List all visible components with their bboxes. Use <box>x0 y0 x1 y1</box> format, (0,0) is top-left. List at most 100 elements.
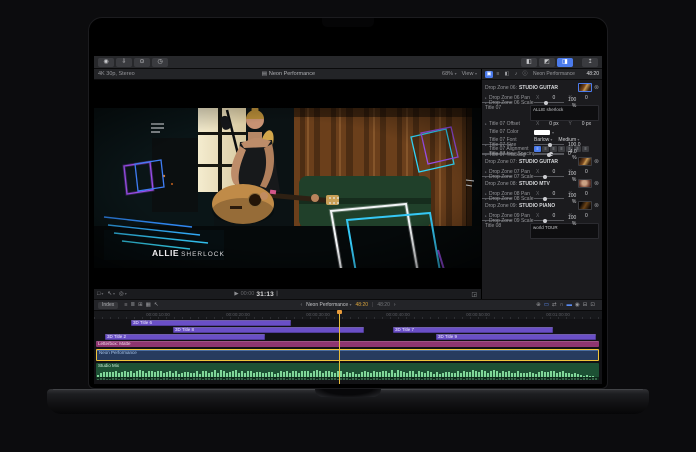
y-value-field[interactable]: 0 <box>574 169 599 175</box>
video-inspector-tab[interactable]: ▣ <box>485 71 493 78</box>
view-dropdown[interactable]: View ▾ <box>462 71 477 77</box>
inspector-toggle-icon[interactable]: ◨ <box>557 58 573 67</box>
arrow-tool-icon[interactable]: ↖ <box>154 302 159 308</box>
timeline-clip-title[interactable]: 3D Title 2 <box>105 334 265 340</box>
timeline-clip-letterbox[interactable]: Letterbox: Matte <box>96 341 599 347</box>
y-value-field[interactable]: 0 px <box>574 121 599 127</box>
audio-inspector-tab[interactable]: ♪ <box>512 71 520 78</box>
play-icon[interactable]: ▶ <box>234 291 238 297</box>
slider-knob[interactable] <box>543 219 547 223</box>
y-value-field[interactable]: 0 <box>574 95 599 101</box>
dropzone-thumbnail[interactable] <box>578 201 592 210</box>
reset-icon[interactable]: ⊗ <box>594 84 599 91</box>
timeline-clip-title[interactable]: 3D Title 7 <box>393 327 553 333</box>
reset-icon[interactable]: ⊗ <box>594 202 599 209</box>
align-icon-1[interactable]: ≡ <box>534 146 541 152</box>
timeline-ruler[interactable]: 00:00:10:0000:00:20:0000:00:30:0000:00:4… <box>94 310 602 319</box>
clip-label: 3D Title 2 <box>107 334 126 339</box>
dropzone-thumbnail[interactable] <box>578 83 592 92</box>
clip-appearance-tool-icon[interactable]: □▾ <box>97 291 103 297</box>
ruler-timestamp: 00:01:00:00 <box>540 312 576 317</box>
param-value[interactable]: 100.0 <box>568 142 581 148</box>
slider-knob[interactable] <box>547 153 551 157</box>
insert-edit-icon[interactable]: ▭ <box>544 302 549 308</box>
param-value[interactable]: 100 % <box>568 97 576 109</box>
param-slider[interactable] <box>534 176 564 177</box>
effects-browser-icon[interactable]: ⊟ <box>583 302 588 308</box>
clip-appearance-icon[interactable]: ⊞ <box>138 302 143 308</box>
align-icon-2[interactable]: ≡ <box>542 146 549 152</box>
param-value[interactable]: 100 % <box>568 193 576 205</box>
zoom-level-dropdown[interactable]: 68% ▾ <box>442 71 457 77</box>
param-slider[interactable] <box>534 198 564 199</box>
x-axis-label: X <box>536 191 539 197</box>
background-tasks-icon[interactable]: ◷ <box>152 58 168 67</box>
clip-label: Letterbox: Matte <box>98 341 131 346</box>
dropzone-thumbnail[interactable] <box>578 157 592 166</box>
inspector-row-text: Title 08world TOUR <box>482 221 602 238</box>
keyword-editor-icon[interactable]: ⊙ <box>134 58 150 67</box>
dropzone-thumbnail[interactable] <box>578 179 592 188</box>
title-text-field[interactable]: world TOUR <box>530 223 599 239</box>
playhead-handle[interactable] <box>337 310 342 314</box>
slider-knob[interactable] <box>543 197 547 201</box>
overwrite-edit-icon[interactable]: ∩ <box>560 302 564 308</box>
align-icon-7[interactable]: ≡ <box>582 146 589 152</box>
align-icon-4[interactable]: ≡ <box>558 146 565 152</box>
param-slider[interactable] <box>534 102 564 103</box>
clip-height-icon-2[interactable]: ≣ <box>130 302 135 308</box>
text-inspector-tab[interactable]: ≡ <box>494 71 502 78</box>
viewer-expand-icon[interactable]: ◲ <box>471 291 477 298</box>
timeline-toggle-icon[interactable]: ◩ <box>539 58 555 67</box>
slider-knob[interactable] <box>544 101 548 105</box>
next-project-icon[interactable]: › <box>394 302 396 308</box>
param-value[interactable]: 100 % <box>568 171 576 183</box>
param-value[interactable]: -4.0 % <box>568 149 577 161</box>
clip-height-icon-1[interactable]: ≡ <box>124 302 127 308</box>
param-label: Title 07 Size <box>489 142 534 148</box>
connect-edit-icon[interactable]: ⊕ <box>536 302 541 308</box>
param-label: Title 07 Color <box>489 129 534 135</box>
slider-knob[interactable] <box>548 143 552 147</box>
slider-knob[interactable] <box>543 175 547 179</box>
timeline-clip-video[interactable]: Neon Performance <box>96 349 599 361</box>
import-icon[interactable]: ⇩ <box>116 58 132 67</box>
append-edit-icon[interactable]: ⇄ <box>552 302 557 308</box>
color-swatch[interactable] <box>534 130 550 135</box>
select-tool-icon[interactable]: ↖▾ <box>107 291 115 297</box>
y-value-field[interactable]: 0 <box>574 213 599 219</box>
fullscreen-icon[interactable]: ⊡ <box>590 302 595 308</box>
project-duration-total: 48:20 <box>377 302 390 308</box>
artist-first-name: ALLIE <box>152 248 179 258</box>
audio-meters-icon[interactable]: ∥ <box>276 291 279 297</box>
timeline-clip-title[interactable]: 3D Title 6 <box>131 320 291 326</box>
macbook-screen: ◉⇩⊙◷ ◧◩◨↥ 4K 30p, Stereo ▤ Neon Performa… <box>88 17 608 389</box>
timeline-clip-audio[interactable]: Studio Mix <box>96 363 599 380</box>
reset-icon[interactable]: ⊗ <box>594 158 599 165</box>
playhead[interactable] <box>339 310 340 384</box>
timeline-clip-title[interactable]: 3D Title 8 <box>173 327 364 333</box>
skimming-tool-icon[interactable]: ◎▾ <box>119 291 127 297</box>
index-button[interactable]: Index <box>98 302 118 309</box>
param-value[interactable]: 100 % <box>568 215 576 227</box>
param-slider[interactable] <box>534 220 564 221</box>
filmstrip-icon[interactable]: ▦ <box>146 302 151 308</box>
share-icon[interactable]: ↥ <box>582 58 598 67</box>
info-inspector-tab[interactable]: ⓘ <box>521 71 529 78</box>
y-value-field[interactable]: 0 <box>574 191 599 197</box>
generator-inspector-tab[interactable]: ◧ <box>503 71 511 78</box>
param-slider[interactable] <box>534 154 564 155</box>
browser-toggle-icon[interactable]: ◧ <box>521 58 537 67</box>
title-text-field[interactable]: ALLIE sherlock <box>530 105 599 121</box>
record-voiceover-icon[interactable]: ◉ <box>575 302 580 308</box>
timeline-clip-title[interactable]: 3D Title 9 <box>436 334 596 340</box>
transport-tools: □▾ ↖▾ ◎▾ <box>97 291 131 297</box>
media-import-icon[interactable]: ◉ <box>98 58 114 67</box>
reset-icon[interactable]: ⊗ <box>594 180 599 187</box>
param-slider[interactable] <box>534 144 564 145</box>
trim-icon[interactable]: ▬ <box>566 302 572 308</box>
timeline-project-dropdown[interactable]: Neon Performance ▾ <box>306 302 351 308</box>
viewer-format-label: 4K 30p, Stereo <box>98 71 135 77</box>
x-value-field[interactable]: 0 px <box>541 121 566 127</box>
prev-project-icon[interactable]: ‹ <box>300 302 302 308</box>
